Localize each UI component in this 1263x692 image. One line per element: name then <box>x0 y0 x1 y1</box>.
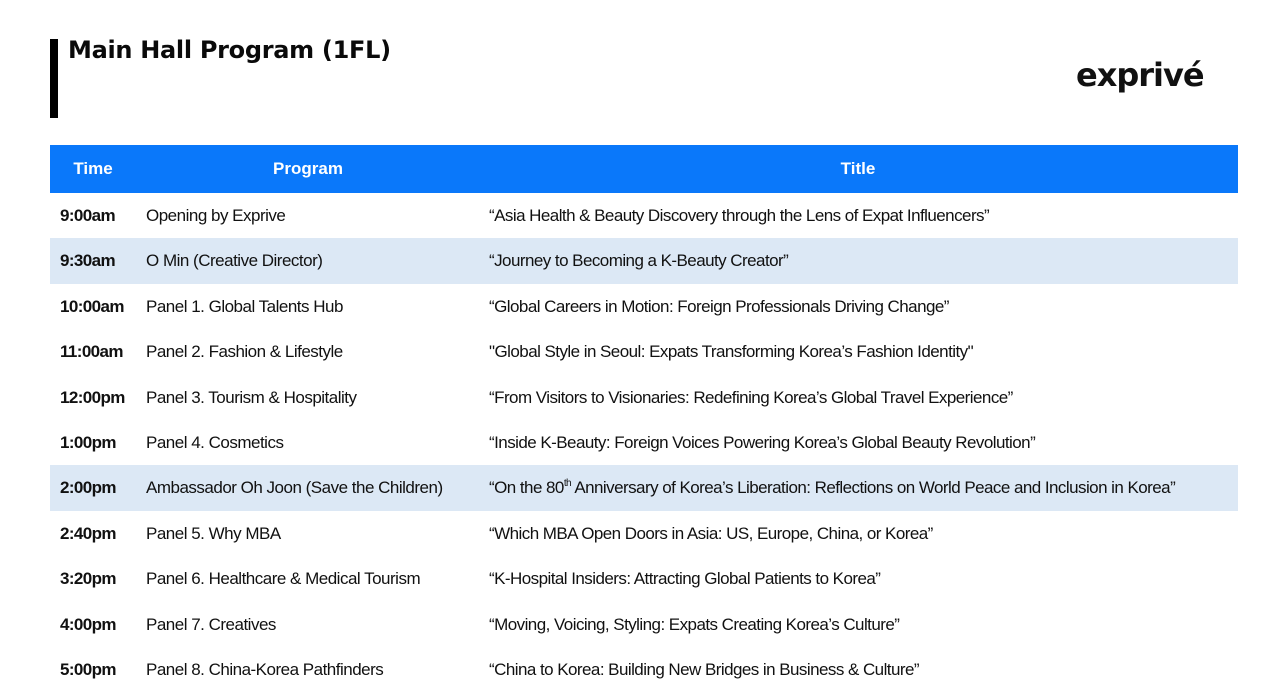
table-row: 1:00pm Panel 4. Cosmetics “Inside K-Beau… <box>50 420 1238 465</box>
table-row: 12:00pm Panel 3. Tourism & Hospitality “… <box>50 375 1238 420</box>
row-program: Opening by Exprive <box>146 206 286 225</box>
row-program: Panel 1. Global Talents Hub <box>146 296 343 316</box>
table-row: 9:00am Opening by Exprive “Asia Health &… <box>50 193 1238 238</box>
row-title-rest: Anniversary of Korea’s Liberation: Refle… <box>571 478 1176 498</box>
row-time: 5:00pm <box>60 659 117 679</box>
row-time: 11:00am <box>60 342 124 362</box>
row-time: 9:00am <box>60 206 116 225</box>
title-accent-bar <box>50 39 58 118</box>
row-program: Panel 8. China-Korea Pathfinders <box>146 659 384 679</box>
row-time: 2:40pm <box>60 523 117 543</box>
ordinal-suffix: th <box>563 478 572 490</box>
row-title: “Journey to Becoming a K-Beauty Creator” <box>489 251 789 271</box>
row-program: Panel 4. Cosmetics <box>146 432 284 452</box>
table-header: Time Program Title <box>50 145 1238 193</box>
page-title: Main Hall Program (1FL) <box>68 36 391 64</box>
row-title: “Global Careers in Motion: Foreign Profe… <box>489 296 949 316</box>
row-title-main: “On the 80 <box>489 478 564 498</box>
row-program: Panel 6. Healthcare & Medical Tourism <box>146 569 421 589</box>
row-time: 1:00pm <box>60 432 117 452</box>
header-title: Title <box>840 159 876 178</box>
row-time: 9:30am <box>60 251 116 271</box>
table-row: 9:30am O Min (Creative Director) “Journe… <box>50 238 1238 284</box>
row-time: 12:00pm <box>60 387 125 407</box>
program-schedule-table: Time Program Title 9:00am Opening by Exp… <box>50 145 1238 692</box>
table-row: 3:20pm Panel 6. Healthcare & Medical Tou… <box>50 556 1238 601</box>
table-row: 5:00pm Panel 8. China-Korea Pathfinders … <box>50 647 1238 692</box>
row-time: 10:00am <box>60 296 124 316</box>
row-time: 4:00pm <box>60 614 117 634</box>
row-program: Panel 5. Why MBA <box>146 523 281 543</box>
row-program: O Min (Creative Director) <box>146 251 323 271</box>
row-title: “China to Korea: Building New Bridges in… <box>489 659 920 679</box>
row-title: “K-Hospital Insiders: Attracting Global … <box>489 569 881 589</box>
row-title: “Moving, Voicing, Styling: Expats Creati… <box>489 614 900 634</box>
table-row: 10:00am Panel 1. Global Talents Hub “Glo… <box>50 284 1238 329</box>
row-time: 2:00pm <box>60 478 117 498</box>
table-row: 2:00pm Ambassador Oh Joon (Save the Chil… <box>50 465 1238 511</box>
row-program: Panel 7. Creatives <box>146 614 276 634</box>
row-title: “Asia Health & Beauty Discovery through … <box>489 206 990 225</box>
row-title: “From Visitors to Visionaries: Redefinin… <box>489 387 1013 407</box>
table-row: 2:40pm Panel 5. Why MBA “Which MBA Open … <box>50 511 1238 556</box>
row-title: “On the 80th Anniversary of Korea’s Libe… <box>489 465 1176 510</box>
row-program: Panel 2. Fashion & Lifestyle <box>146 342 343 362</box>
header-program: Program <box>273 159 343 178</box>
row-title: “Which MBA Open Doors in Asia: US, Europ… <box>489 523 933 543</box>
row-title: "Global Style in Seoul: Expats Transform… <box>489 342 974 362</box>
table-row: 4:00pm Panel 7. Creatives “Moving, Voici… <box>50 602 1238 647</box>
row-time: 3:20pm <box>60 569 117 589</box>
row-program: Ambassador Oh Joon (Save the Children) <box>146 478 443 498</box>
row-program: Panel 3. Tourism & Hospitality <box>146 387 357 407</box>
row-title: “Inside K-Beauty: Foreign Voices Powerin… <box>489 432 1036 452</box>
table-body: 9:00am Opening by Exprive “Asia Health &… <box>50 193 1238 692</box>
header-time: Time <box>73 159 113 178</box>
table-row: 11:00am Panel 2. Fashion & Lifestyle "Gl… <box>50 329 1238 374</box>
brand-logo: exprivé <box>1076 56 1205 94</box>
